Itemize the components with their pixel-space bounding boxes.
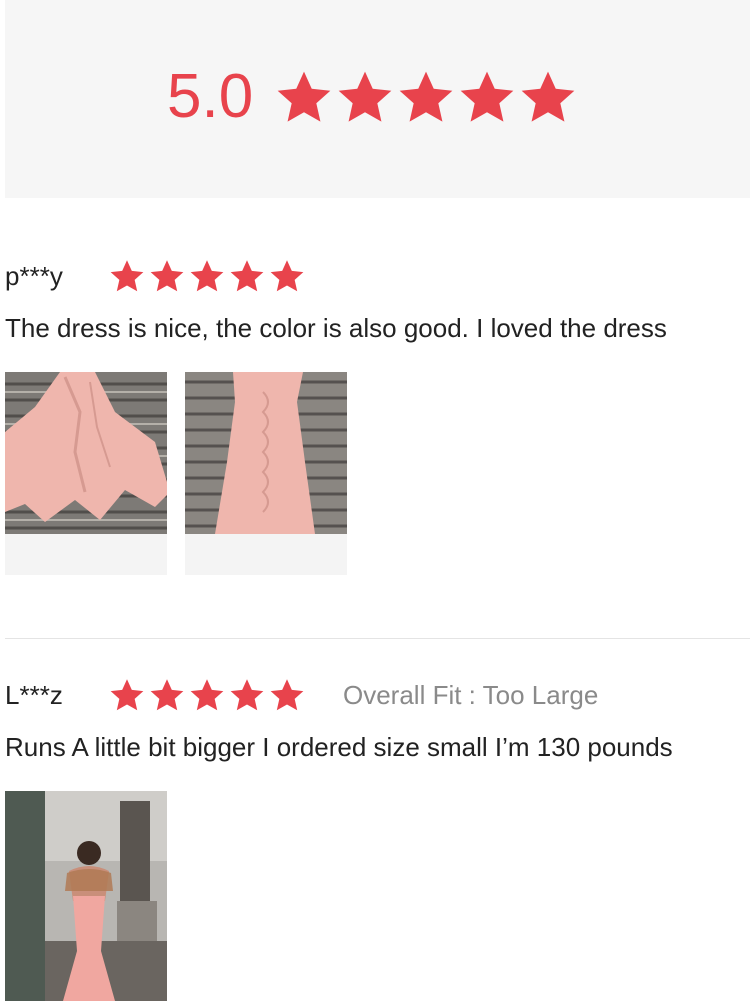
star-icon [189, 677, 229, 713]
photo-footer [185, 534, 347, 575]
review-item: L***z Overall Fit : Too Large Runs A lit… [5, 675, 750, 1001]
rating-summary: 5.0 [5, 0, 750, 198]
average-stars [275, 68, 580, 126]
review-item: p***y The dress is nice, the color is al… [5, 256, 750, 575]
average-score: 5.0 [167, 62, 254, 131]
review-photos [5, 791, 750, 1001]
review-text: Runs A little bit bigger I ordered size … [5, 732, 673, 762]
review-header: p***y [5, 256, 750, 296]
review-photo-tile[interactable] [185, 372, 347, 575]
rating-summary-row: 5.0 [167, 62, 580, 132]
star-icon [149, 677, 189, 713]
star-icon [149, 258, 189, 294]
star-icon [109, 677, 149, 713]
review-header: L***z Overall Fit : Too Large [5, 675, 750, 715]
review-photo-tile[interactable] [5, 791, 167, 1001]
review-stars [109, 677, 309, 713]
review-divider [5, 638, 750, 639]
customer-selfie-photo[interactable] [5, 791, 167, 1001]
photo-footer [5, 534, 167, 575]
review-text: The dress is nice, the color is also goo… [5, 313, 667, 343]
reviewer-name: p***y [5, 260, 63, 291]
star-icon [397, 68, 458, 126]
star-icon [519, 68, 580, 126]
pink-dress-photo[interactable] [5, 372, 167, 534]
star-icon [275, 68, 336, 126]
star-icon [336, 68, 397, 126]
review-photos [5, 372, 750, 575]
overall-fit-label: Overall Fit : Too Large [343, 679, 599, 710]
review-photo-tile[interactable] [5, 372, 167, 575]
pink-dress-photo[interactable] [185, 372, 347, 534]
star-icon [189, 258, 229, 294]
star-icon [229, 677, 269, 713]
star-icon [229, 258, 269, 294]
star-icon [269, 677, 309, 713]
star-icon [458, 68, 519, 126]
review-stars [109, 258, 309, 294]
star-icon [269, 258, 309, 294]
star-icon [109, 258, 149, 294]
reviewer-name: L***z [5, 679, 63, 710]
